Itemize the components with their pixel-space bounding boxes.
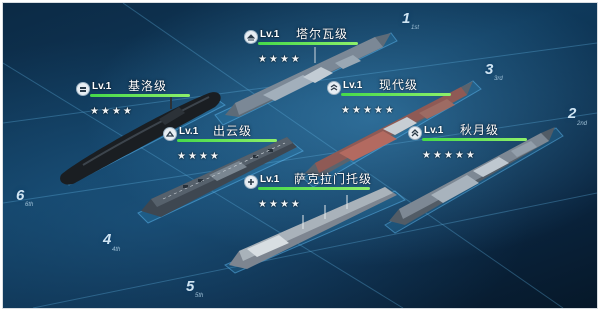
ship-name: 萨克拉门托级: [294, 172, 373, 186]
star-icon: ★: [187, 151, 197, 162]
ship-xp-bar: [341, 93, 451, 96]
star-icon: ★: [341, 105, 350, 116]
ship-stars: ★ ★ ★ ★ ★: [341, 98, 396, 117]
ship-level: Lv.1: [260, 174, 280, 185]
carrier-rank-icon: [163, 127, 177, 141]
ship-level: Lv.1: [92, 81, 112, 92]
ship-name: 现代级: [379, 78, 419, 92]
star-icon: ★: [198, 151, 208, 162]
star-icon: ★: [465, 150, 475, 161]
ship-xp-bar: [258, 42, 358, 45]
star-icon: ★: [290, 199, 300, 210]
star-icon: ★: [209, 151, 219, 162]
slot-number-1: 1: [402, 10, 411, 27]
star-icon: ★: [432, 150, 442, 161]
slot-number-6: 6: [16, 187, 25, 204]
star-icon: ★: [100, 106, 110, 117]
star-icon: ★: [290, 54, 300, 65]
ship-xp-bar: [258, 187, 370, 190]
double-chevron-rank-icon: [408, 126, 422, 140]
star-icon: ★: [177, 151, 186, 162]
slot-suffix-6: 6th: [25, 202, 34, 208]
star-icon: ★: [268, 199, 278, 210]
ship-name: 秋月级: [460, 123, 500, 137]
fleet-formation-screen: 1 1st 2 2nd 3 3rd 4 4th 5 5th 6 6th Lv.1…: [3, 3, 597, 308]
ship-level: Lv.1: [343, 80, 363, 91]
ship-name: 塔尔瓦级: [296, 27, 349, 41]
slot-suffix-4: 4th: [112, 247, 121, 253]
star-icon: ★: [351, 105, 361, 116]
ship-xp-bar: [177, 139, 277, 142]
slot-suffix-2: 2nd: [577, 121, 588, 127]
star-icon: ★: [268, 54, 278, 65]
slot-number-4: 4: [103, 231, 112, 248]
ship-stars: ★ ★ ★ ★: [90, 99, 134, 118]
slot-number-3: 3: [485, 61, 494, 78]
slot-number-2: 2: [568, 105, 577, 122]
ship-level: Lv.1: [424, 125, 444, 136]
slot-suffix-5: 5th: [195, 293, 204, 299]
ship-akizuki-model[interactable]: [389, 127, 555, 225]
star-icon: ★: [443, 150, 453, 161]
star-icon: ★: [454, 150, 464, 161]
star-icon: ★: [279, 199, 289, 210]
ship-sacramento-model[interactable]: [229, 187, 397, 269]
ship-name: 出云级: [213, 124, 253, 138]
ship-stars: ★ ★ ★ ★: [258, 192, 302, 211]
slot-suffix-1: 1st: [411, 25, 420, 31]
star-icon: ★: [122, 106, 132, 117]
slot-number-5: 5: [186, 278, 195, 295]
submarine-rank-icon: [76, 82, 90, 96]
star-icon: ★: [422, 150, 431, 161]
star-icon: ★: [258, 54, 267, 65]
ship-level: Lv.1: [260, 29, 280, 40]
ship-xp-bar: [422, 138, 527, 141]
star-icon: ★: [111, 106, 121, 117]
ship-stars: ★ ★ ★ ★: [258, 47, 302, 66]
ship-stars: ★ ★ ★ ★: [177, 144, 221, 163]
ship-xp-bar: [90, 94, 190, 97]
destroyer-rank-icon: [244, 30, 258, 44]
star-icon: ★: [258, 199, 267, 210]
chevron-rank-icon: [327, 81, 341, 95]
star-icon: ★: [90, 106, 99, 117]
slot-suffix-3: 3rd: [494, 76, 503, 82]
cross-rank-icon: [244, 175, 258, 189]
ship-name: 基洛级: [128, 79, 168, 93]
star-icon: ★: [279, 54, 289, 65]
ship-level: Lv.1: [179, 126, 199, 137]
star-icon: ★: [373, 105, 383, 116]
star-icon: ★: [384, 105, 394, 116]
star-icon: ★: [362, 105, 372, 116]
ship-stars: ★ ★ ★ ★ ★: [422, 143, 477, 162]
